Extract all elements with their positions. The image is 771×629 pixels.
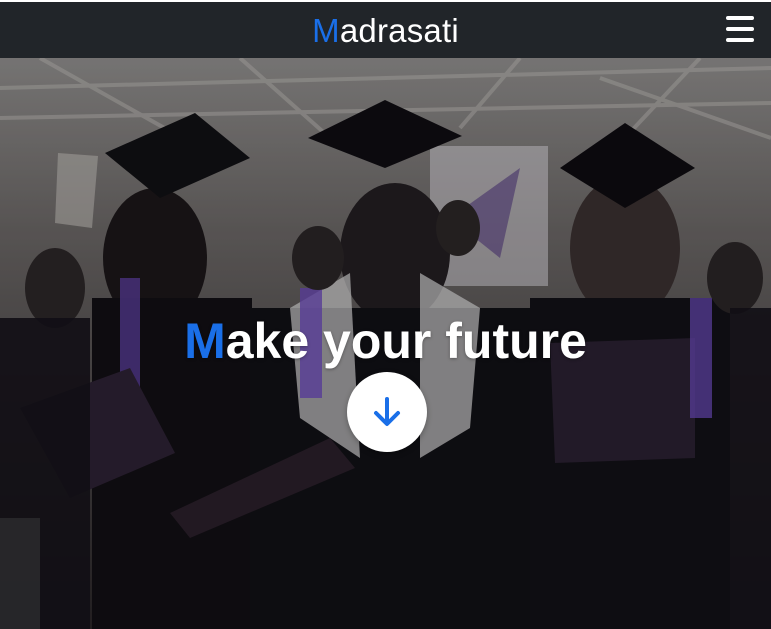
brand-initial: M bbox=[312, 11, 340, 49]
arrow-down-icon bbox=[374, 397, 400, 426]
hero-section: Make your future bbox=[0, 58, 771, 629]
menu-bar-middle bbox=[726, 27, 754, 31]
hero-title-rest: ake your future bbox=[225, 312, 587, 369]
brand-name: adrasati bbox=[339, 11, 459, 49]
hero-title-initial: M bbox=[184, 312, 226, 369]
menu-bar-top bbox=[726, 16, 754, 20]
top-navbar: Madrasati bbox=[0, 0, 771, 58]
brand-logo-link[interactable]: Madrasati bbox=[312, 14, 459, 47]
hamburger-menu-icon[interactable] bbox=[726, 16, 754, 42]
hero-title: Make your future bbox=[0, 312, 771, 369]
scroll-down-button[interactable] bbox=[347, 372, 427, 452]
page: Madrasati Make your future bbox=[0, 0, 771, 629]
menu-bar-bottom bbox=[726, 38, 754, 42]
